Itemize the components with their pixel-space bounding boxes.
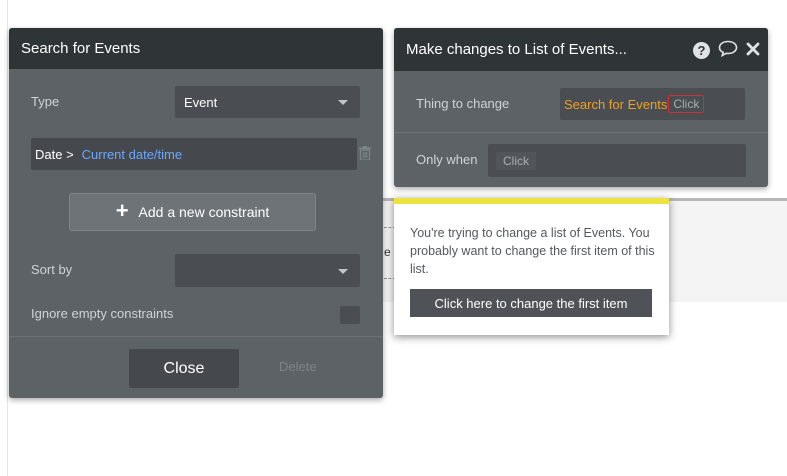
add-constraint-button[interactable]: + Add a new constraint [69,193,316,231]
constraint-field[interactable]: Date > [35,147,74,162]
thing-source[interactable]: Search for Events [564,97,667,112]
sort-by-label: Sort by [31,262,73,277]
thing-to-change-field[interactable]: Search for Events Click [560,88,745,120]
action-panel: Make changes to List of Events... ? Thin… [394,28,768,187]
canvas-text-fragment: e [384,245,391,259]
thing-to-change-label: Thing to change [416,96,510,111]
plus-icon: + [115,198,129,223]
close-icon[interactable] [746,42,760,60]
search-panel: Search for Events Type Event Date > Curr… [9,28,383,398]
trash-icon[interactable] [359,146,371,160]
close-button[interactable]: Close [129,349,239,388]
only-when-field[interactable]: Click [488,144,746,177]
action-panel-title: Make changes to List of Events... [406,41,627,58]
search-panel-title: Search for Events [21,40,141,57]
change-first-item-button[interactable]: Click here to change the first item [410,289,652,317]
tooltip-message: You're trying to change a list of Events… [410,226,655,276]
search-panel-footer: Close Delete [9,336,383,398]
only-when-label: Only when [416,152,478,167]
page-left-border [7,0,8,476]
action-panel-header: Make changes to List of Events... ? [394,28,768,71]
ignore-empty-label: Ignore empty constraints [31,306,174,321]
chevron-down-icon [338,100,348,105]
action-panel-divider [394,132,768,133]
header-icon-group: ? [685,40,760,61]
type-dropdown[interactable]: Event [175,86,360,118]
thing-click-chip[interactable]: Click [668,95,705,113]
ignore-empty-checkbox[interactable] [340,306,360,324]
search-panel-header: Search for Events [9,28,383,69]
sort-by-dropdown[interactable] [175,254,360,287]
add-constraint-label: Add a new constraint [138,204,270,220]
type-dropdown-value: Event [184,94,218,110]
constraint-value[interactable]: Current date/time [82,147,182,162]
type-label: Type [31,94,60,109]
comment-icon[interactable] [718,40,738,61]
first-item-tooltip: You're trying to change a list of Events… [394,198,669,335]
constraint-row[interactable]: Date > Current date/time [31,138,357,170]
only-when-click-chip[interactable]: Click [496,151,536,170]
delete-button[interactable]: Delete [279,359,317,374]
chevron-down-icon [338,268,348,274]
help-icon[interactable]: ? [693,42,710,59]
